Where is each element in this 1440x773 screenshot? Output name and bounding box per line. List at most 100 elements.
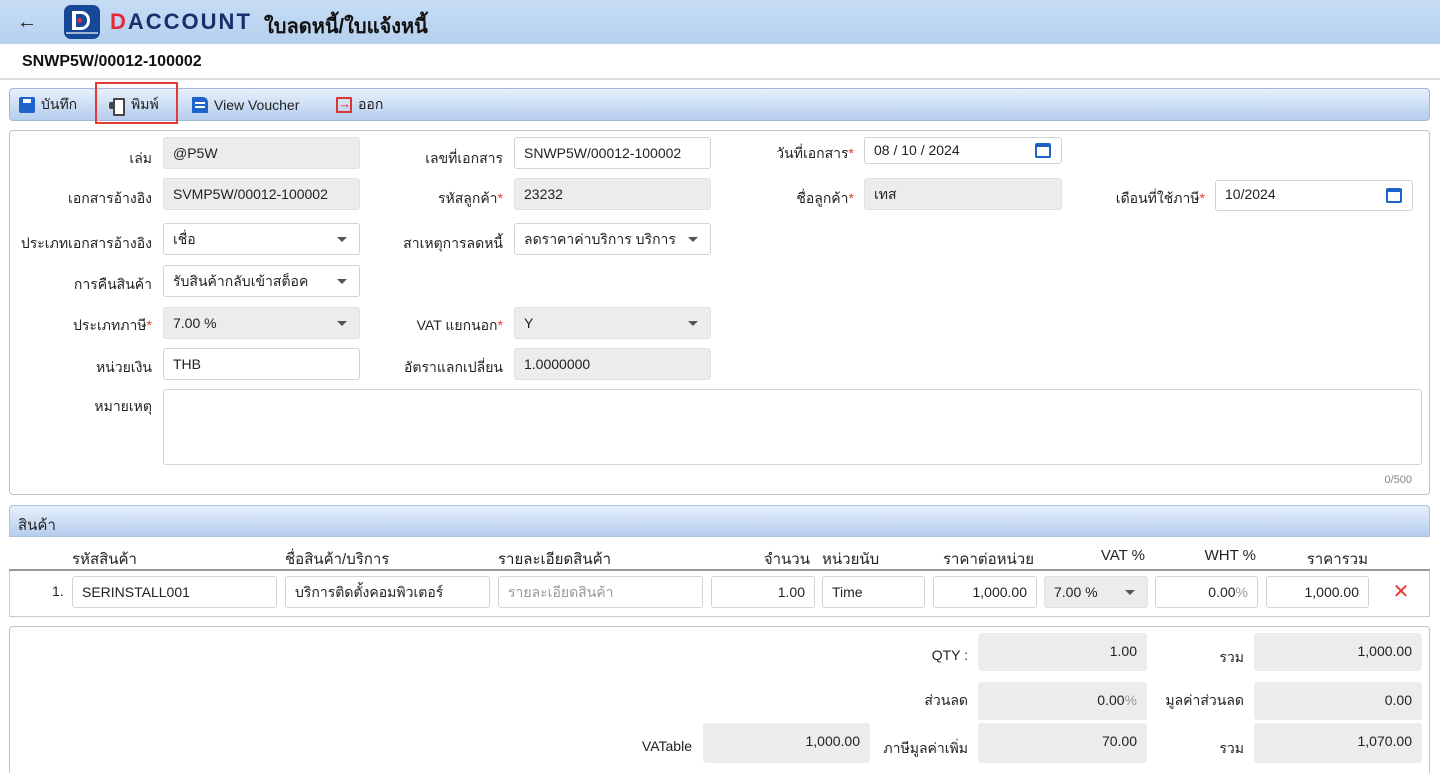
exit-icon: [336, 96, 352, 113]
required-mark: *: [848, 190, 854, 206]
products-section-title: สินค้า: [18, 517, 56, 534]
divider: [0, 78, 1440, 80]
col-header-code: รหัสสินค้า: [72, 551, 137, 568]
sum-total: 1,000.00: [1254, 633, 1422, 671]
discount-amount-field[interactable]: 0.00: [1254, 682, 1422, 720]
qty-total: 1.00: [978, 633, 1147, 671]
unit-input[interactable]: Time: [822, 576, 925, 608]
line-total-input[interactable]: 1,000.00: [1266, 576, 1369, 608]
customer-name-field[interactable]: เทส: [864, 178, 1062, 210]
row-number: 1.: [52, 583, 64, 599]
grand-total: 1,070.00: [1254, 723, 1422, 763]
wht-input[interactable]: 0.00%: [1155, 576, 1258, 608]
currency-field[interactable]: THB: [163, 348, 360, 380]
doc-date-value: 08 / 10 / 2024: [874, 142, 960, 158]
delete-row-icon[interactable]: ✕: [1390, 581, 1412, 603]
table-row: 1. SERINSTALL001 บริการติดตั้งคอมพิวเตอร…: [9, 571, 1430, 617]
product-detail-input[interactable]: รายละเอียดสินค้า: [498, 576, 703, 608]
calendar-icon[interactable]: [1386, 188, 1402, 203]
return-goods-value: รับสินค้ากลับเข้าสต็อค: [173, 273, 309, 289]
doc-date-input[interactable]: 08 / 10 / 2024: [864, 137, 1062, 164]
totals-panel: QTY : 1.00 รวม 1,000.00 ส่วนลด 0.00% มูล…: [9, 626, 1430, 773]
app-header: ← DACCOUNT ใบลดหนี้/ใบแจ้งหนี้: [0, 0, 1440, 44]
page-title: ใบลดหนี้/ใบแจ้งหนี้: [264, 16, 428, 38]
vat-select[interactable]: 7.00 %: [1044, 576, 1148, 608]
doc-no-label: เลขที่เอกสาร: [425, 150, 503, 166]
product-name-input[interactable]: บริการติดตั้งคอมพิวเตอร์: [285, 576, 490, 608]
products-table-header: รหัสสินค้า ชื่อสินค้า/บริการ รายละเอียดส…: [9, 537, 1430, 571]
chevron-down-icon: [337, 279, 347, 284]
chevron-down-icon: [688, 237, 698, 242]
vat-amount-total: 70.00: [978, 723, 1147, 763]
vatable-label: VATable: [641, 738, 692, 754]
remark-textarea[interactable]: [163, 389, 1422, 465]
return-goods-label: การคืนสินค้า: [73, 276, 152, 292]
vat-separate-select[interactable]: Y: [514, 307, 711, 339]
customer-code-label-text: รหัสลูกค้า: [437, 190, 498, 206]
toolbar: บันทึก พิมพ์ View Voucher ออก: [9, 88, 1430, 121]
col-header-name: ชื่อสินค้า/บริการ: [285, 551, 390, 568]
view-voucher-button[interactable]: View Voucher: [192, 93, 299, 117]
vatable-total: 1,000.00: [703, 723, 870, 763]
customer-name-label: ชื่อลูกค้า*: [796, 188, 854, 210]
wht-value: 0.00: [1208, 584, 1236, 600]
ref-doc-field[interactable]: SVMP5W/00012-100002: [163, 178, 360, 210]
quantity-input[interactable]: 1.00: [711, 576, 815, 608]
vat-value: 7.00 %: [1054, 584, 1098, 600]
customer-code-field[interactable]: 23232: [514, 178, 711, 210]
vat-separate-label-text: VAT แยกนอก: [416, 317, 498, 333]
reason-select[interactable]: ลดราคาค่าบริการ บริการ: [514, 223, 711, 255]
chevron-down-icon: [337, 321, 347, 326]
tax-month-label-text: เดือนที่ใช้ภาษี: [1115, 190, 1200, 206]
book-label: เล่ม: [129, 150, 152, 166]
save-label: บันทึก: [41, 96, 78, 112]
reason-label: สาเหตุการลดหนี้: [403, 235, 503, 251]
back-arrow-icon[interactable]: ←: [14, 9, 40, 35]
tax-type-label: ประเภทภาษี*: [73, 315, 152, 337]
customer-code-label: รหัสลูกค้า*: [438, 188, 503, 210]
return-goods-select[interactable]: รับสินค้ากลับเข้าสต็อค: [163, 265, 360, 297]
doc-no-field[interactable]: SNWP5W/00012-100002: [514, 137, 711, 169]
col-header-qty: จำนวน: [763, 551, 810, 568]
product-code-input[interactable]: SERINSTALL001: [72, 576, 277, 608]
ref-doc-label: เอกสารอ้างอิง: [68, 190, 152, 206]
exit-button[interactable]: ออก: [336, 93, 383, 117]
chevron-down-icon: [688, 321, 698, 326]
col-header-vat: VAT %: [1100, 547, 1145, 564]
required-mark: *: [1199, 190, 1205, 206]
col-header-total: ราคารวม: [1306, 551, 1368, 568]
exchange-rate-field[interactable]: 1.0000000: [514, 348, 711, 380]
vat-separate-value: Y: [524, 315, 534, 331]
tax-type-select[interactable]: 7.00 %: [163, 307, 360, 339]
brand-name: DACCOUNT: [110, 9, 252, 34]
unit-price-input[interactable]: 1,000.00: [933, 576, 1037, 608]
tax-type-label-text: ประเภทภาษี: [73, 317, 147, 333]
save-button[interactable]: บันทึก: [19, 93, 77, 117]
required-mark: *: [146, 317, 152, 333]
required-mark: *: [848, 145, 854, 161]
tax-month-input[interactable]: 10/2024: [1215, 180, 1413, 211]
remark-counter: 0/500: [1384, 474, 1412, 486]
sum-label: รวม: [1219, 649, 1244, 665]
wht-percent: %: [1235, 584, 1248, 600]
customer-name-label-text: ชื่อลูกค้า: [796, 190, 849, 206]
book-field[interactable]: @P5W: [163, 137, 360, 169]
ref-type-value: เชื่อ: [173, 231, 196, 247]
col-header-detail: รายละเอียดสินค้า: [498, 551, 612, 568]
daccount-logo-icon: [64, 5, 100, 39]
discount-percent-field[interactable]: 0.00%: [978, 682, 1147, 720]
reason-value: ลดราคาค่าบริการ บริการ: [524, 231, 676, 247]
vat-amount-label: ภาษีมูลค่าเพิ่ม: [883, 740, 968, 756]
chevron-down-icon: [1125, 590, 1135, 595]
discount-label: ส่วนลด: [924, 692, 968, 708]
ref-type-label: ประเภทเอกสารอ้างอิง: [20, 235, 152, 251]
ref-type-select[interactable]: เชื่อ: [163, 223, 360, 255]
chevron-down-icon: [337, 237, 347, 242]
calendar-icon[interactable]: [1035, 143, 1051, 158]
discount-percent-sign: %: [1124, 692, 1137, 708]
col-header-unit: หน่วยนับ: [822, 551, 880, 568]
products-section-header: สินค้า: [9, 505, 1430, 537]
document-number-title: SNWP5W/00012-100002: [22, 53, 202, 70]
qty-label: QTY :: [931, 647, 968, 663]
grand-total-label: รวม: [1219, 740, 1244, 756]
